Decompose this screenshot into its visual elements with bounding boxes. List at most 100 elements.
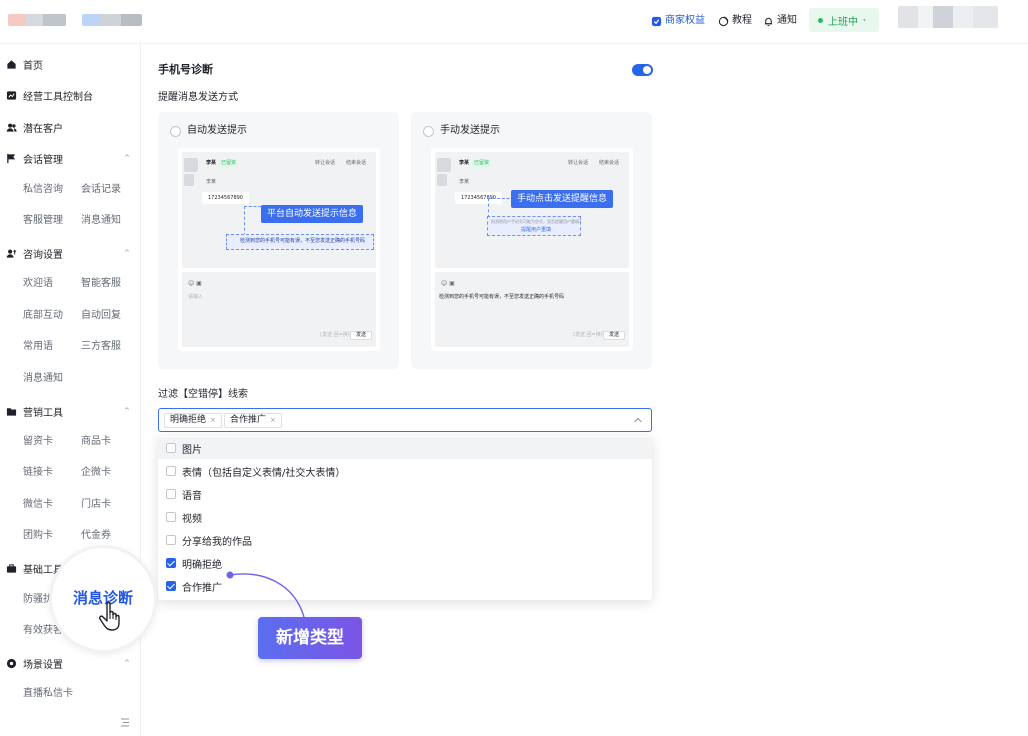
close-icon[interactable]: ×	[270, 414, 276, 427]
merchant-benefits-label: 商家权益	[665, 15, 705, 26]
merchant-benefits-link[interactable]: 商家权益	[651, 14, 705, 28]
sidebar-item-session-mgmt[interactable]: 会话管理	[6, 150, 63, 166]
sidebar-item-label: 首页	[23, 60, 43, 72]
auto-send-radio[interactable]	[170, 126, 181, 137]
option-label: 视频	[182, 513, 202, 525]
sidebar-item-third-party-cs[interactable]: 三方客服	[81, 340, 121, 354]
sidebar-item-private-consult[interactable]: 私信咨询	[23, 183, 63, 197]
sidebar-item-label: 会话管理	[23, 154, 63, 166]
manual-send-label: 手动发送提示	[440, 125, 500, 136]
option-checkbox[interactable]	[166, 535, 176, 545]
sidebar-item-label: 营销工具	[23, 407, 63, 419]
tutorial-link[interactable]: 教程	[718, 14, 752, 28]
sidebar-item-link-card[interactable]: 链接卡	[23, 466, 53, 480]
bell-icon	[764, 17, 773, 26]
manual-send-radio[interactable]	[423, 126, 434, 137]
sidebar-item-marketing-tools[interactable]: 营销工具	[6, 403, 63, 419]
dropdown-option[interactable]: 视频	[158, 506, 652, 528]
close-icon[interactable]: ×	[210, 414, 216, 427]
chevron-up-icon[interactable]: ^	[124, 655, 130, 671]
diagnosis-toggle[interactable]	[632, 64, 653, 76]
pointer-hand-icon	[99, 601, 120, 631]
sidebar-item-store-card[interactable]: 门店卡	[81, 498, 111, 512]
option-checkbox[interactable]	[166, 489, 176, 499]
annotation-connector	[226, 571, 305, 618]
collapse-menu-icon[interactable]	[120, 718, 130, 727]
sidebar-item-scene-settings[interactable]: 场景设置	[6, 655, 63, 671]
sidebar-item-wecom-card[interactable]: 企微卡	[81, 466, 111, 480]
sidebar-item-console[interactable]: 经营工具控制台	[6, 87, 93, 103]
option-label: 表情（包括自定义表情/社交大表情）	[182, 467, 346, 479]
option-checkbox[interactable]	[166, 443, 176, 453]
preview-send-button: 发送	[350, 331, 372, 340]
remind-method-label: 提醒消息发送方式	[158, 92, 238, 103]
sidebar-item-consult-settings[interactable]: 咨询设置	[6, 245, 63, 261]
chevron-up-icon[interactable]: ^	[124, 245, 130, 261]
sidebar-item-msg-notify-2[interactable]: 消息通知	[23, 372, 63, 386]
sidebar-item-smart-cs[interactable]: 智能客服	[81, 277, 121, 291]
preview-contact-name: 李某	[459, 160, 470, 166]
option-label: 图片	[182, 444, 202, 456]
sidebar-item-common-phrases[interactable]: 常用语	[23, 340, 53, 354]
user-settings-icon	[6, 249, 17, 258]
sidebar-item-anti-harass[interactable]: 防骚扰	[23, 593, 53, 607]
option-label: 合作推广	[182, 582, 222, 594]
sidebar-item-group-card[interactable]: 团购卡	[23, 529, 53, 543]
sidebar-item-basic-tools[interactable]: 基础工具	[6, 560, 63, 576]
magnifier-callout: 消息诊断	[52, 548, 154, 650]
chevron-up-icon[interactable]: ^	[124, 150, 130, 166]
sidebar-item-wechat-card[interactable]: 微信卡	[23, 498, 53, 512]
dropdown-option[interactable]: 图片	[158, 437, 652, 459]
sidebar-item-lead-card[interactable]: 留资卡	[23, 435, 53, 449]
dropdown-option[interactable]: 语音	[158, 483, 652, 505]
work-status-dropdown[interactable]: 上班中 ▾	[809, 8, 879, 32]
avatar	[184, 158, 198, 172]
manual-send-option-card[interactable]: 手动发送提示 李某 已留资 转让会话 结束会话 李某 17234567890 检…	[411, 112, 652, 369]
selected-tag-reject[interactable]: 明确拒绝 ×	[164, 413, 222, 428]
sidebar-item-potential-clients[interactable]: 潜在客户	[6, 119, 63, 135]
avatar	[437, 174, 447, 186]
sidebar-item-voucher[interactable]: 代金券	[81, 529, 111, 543]
option-label: 明确拒绝	[182, 559, 222, 571]
dropdown-option[interactable]: 表情（包括自定义表情/社交大表情）	[158, 460, 652, 482]
manual-send-preview: 李某 已留资 转让会话 结束会话 李某 17234567890 检测到用户手机号…	[431, 148, 633, 351]
target-icon	[6, 658, 17, 668]
input-placeholder: 请输入	[188, 294, 204, 300]
sidebar-item-msg-notify[interactable]: 消息通知	[81, 214, 121, 228]
selected-tag-promotion[interactable]: 合作推广 ×	[224, 413, 282, 428]
sidebar-item-valid-acquire[interactable]: 有效获客	[23, 624, 63, 638]
preview-contact-name: 李某	[206, 160, 217, 166]
sidebar-item-live-dm-card[interactable]: 直播私信卡	[23, 687, 73, 701]
sidebar-item-bottom-interact[interactable]: 底部互动	[23, 309, 63, 323]
sidebar-item-product-card[interactable]: 商品卡	[81, 435, 111, 449]
page-title: 手机号诊断	[158, 63, 213, 76]
auto-send-callout: 平台自动发送提示信息	[261, 205, 364, 223]
dropdown-option[interactable]: 分享给我的作品	[158, 529, 652, 551]
emoji-icon: ☺ ▣	[188, 280, 202, 287]
chevron-up-icon[interactable]: ^	[124, 403, 130, 419]
notifications-link[interactable]: 通知	[763, 14, 797, 28]
sidebar-item-session-records[interactable]: 会话记录	[81, 183, 121, 197]
filter-multi-select[interactable]: 明确拒绝 × 合作推广 ×	[158, 408, 652, 432]
auto-send-option-card[interactable]: 自动发送提示 李某 已留资 转让会话 结束会话 李某 17234567890 检…	[158, 112, 399, 369]
sidebar-item-auto-reply[interactable]: 自动回复	[81, 309, 121, 323]
sidebar-item-label: 场景设置	[23, 659, 63, 671]
option-checkbox-checked[interactable]	[166, 558, 176, 568]
message-sender: 李某	[459, 179, 470, 185]
notifications-label: 通知	[777, 15, 797, 26]
preview-input-area: ☺ ▣ 检测到您的手机号可能有误，不至您发送正确的手机号码 (发送 回=换行) …	[435, 272, 629, 347]
option-checkbox[interactable]	[166, 466, 176, 476]
sidebar-item-welcome[interactable]: 欢迎语	[23, 277, 53, 291]
option-checkbox[interactable]	[166, 512, 176, 522]
account-avatar-placeholder[interactable]	[898, 6, 998, 28]
tutorial-label: 教程	[732, 15, 752, 26]
option-checkbox-checked[interactable]	[166, 581, 176, 591]
chevron-up-icon[interactable]	[633, 415, 643, 425]
sidebar-item-home[interactable]: 首页	[6, 56, 43, 72]
sidebar-item-cs-mgmt[interactable]: 客服管理	[23, 214, 63, 228]
users-icon	[6, 123, 17, 132]
flag-icon	[7, 153, 16, 163]
new-type-badge: 新增类型	[258, 617, 362, 659]
home-icon	[7, 59, 16, 69]
logo-placeholder	[8, 14, 66, 26]
